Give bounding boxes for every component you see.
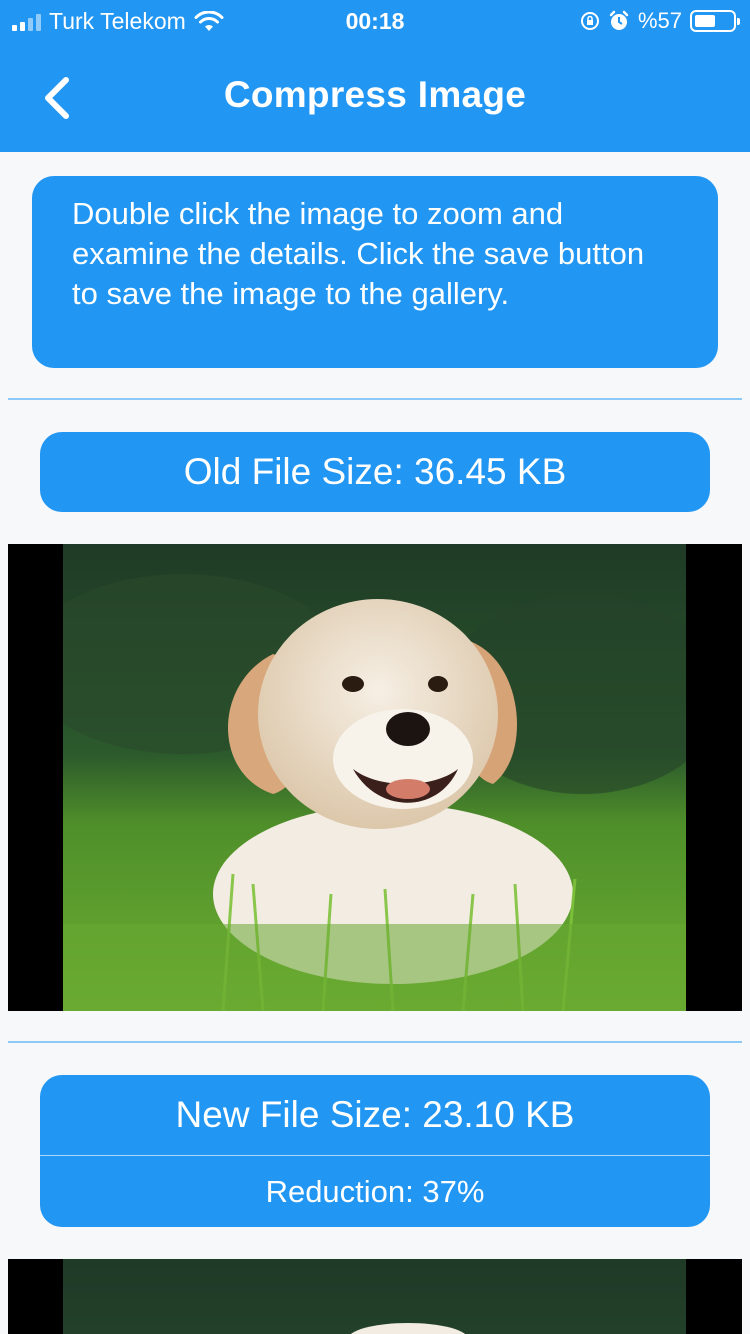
compressed-puppy-photo[interactable] xyxy=(63,1259,686,1334)
divider xyxy=(8,1041,742,1043)
new-file-size-badge: New File Size: 23.10 KB Reduction: 37% xyxy=(40,1075,710,1227)
old-file-size-badge: Old File Size: 36.45 KB xyxy=(40,432,710,512)
alarm-icon xyxy=(609,10,629,30)
battery-icon xyxy=(690,10,740,32)
app-bar: Turk Telekom 00:18 %57 Compress Image xyxy=(0,0,750,152)
old-file-size-label: Old File Size: 36.45 KB xyxy=(183,451,567,492)
battery-percent: %57 xyxy=(637,8,682,33)
instructions-card: Double click the image to zoom and exami… xyxy=(32,176,718,368)
compressed-image-viewer[interactable] xyxy=(8,1259,742,1334)
badge-separator xyxy=(40,1155,710,1156)
instructions-text: Double click the image to zoom and exami… xyxy=(72,196,645,311)
puppy-photo[interactable] xyxy=(63,544,686,1011)
navigation-bar: Compress Image xyxy=(0,40,750,152)
new-file-size-label: New File Size: 23.10 KB xyxy=(175,1094,575,1135)
original-image-viewer[interactable] xyxy=(8,544,742,1011)
status-bar: Turk Telekom 00:18 %57 xyxy=(0,0,750,40)
page-title: Compress Image xyxy=(223,74,527,115)
reduction-label: Reduction: 37% xyxy=(265,1174,485,1209)
status-right: %57 xyxy=(580,8,740,34)
divider xyxy=(8,398,742,400)
orientation-lock-icon xyxy=(580,12,599,30)
